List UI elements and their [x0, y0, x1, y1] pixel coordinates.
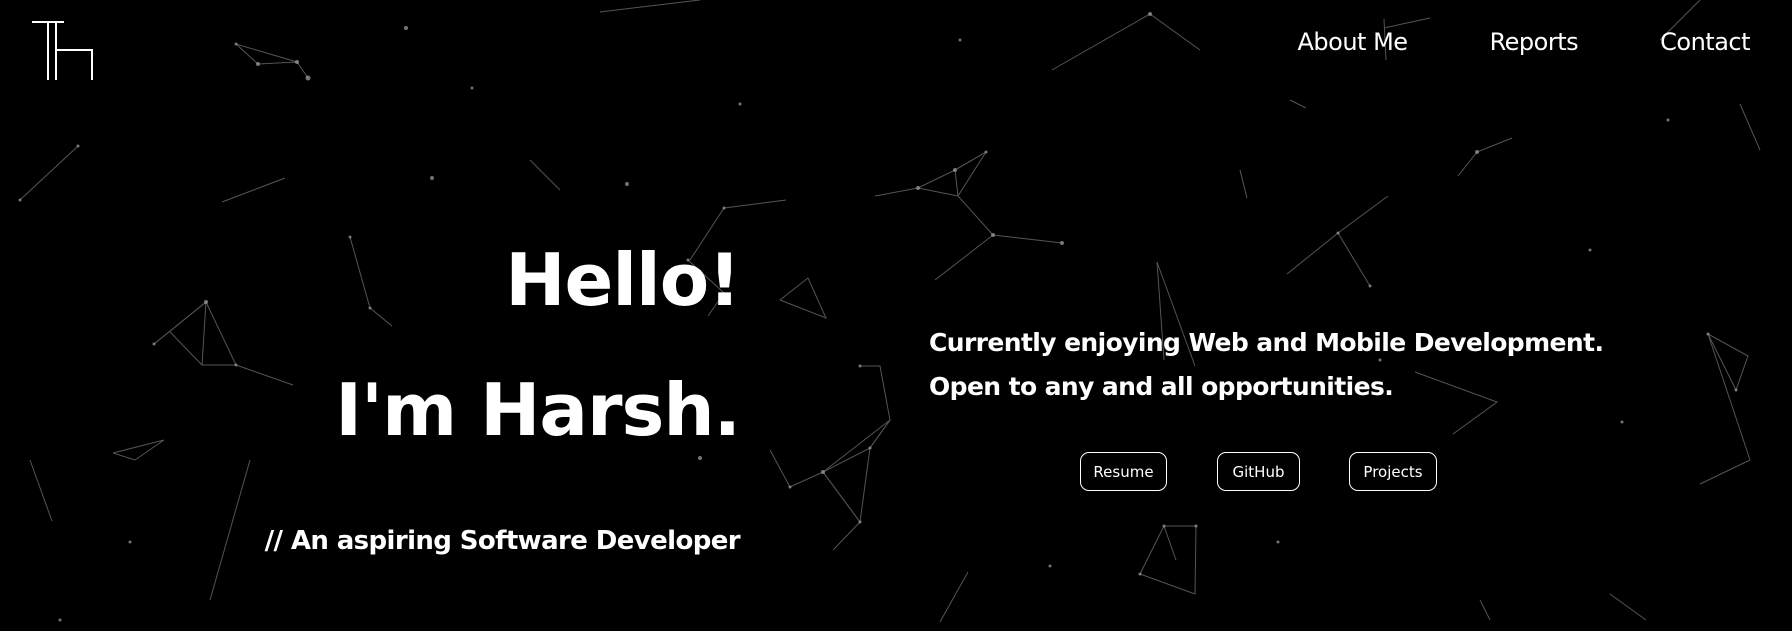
projects-button[interactable]: Projects	[1349, 452, 1437, 491]
tagline-text: // An aspiring Software Developer	[264, 526, 741, 556]
github-button[interactable]: GitHub	[1217, 452, 1300, 491]
intro-line-1: Currently enjoying Web and Mobile Develo…	[929, 328, 1604, 357]
logo-icon[interactable]	[30, 20, 98, 82]
hero-section: About Me Reports Contact Hello! I'm Hars…	[0, 0, 1792, 631]
nav-contact[interactable]: Contact	[1660, 28, 1750, 56]
nav-about-me[interactable]: About Me	[1298, 28, 1409, 56]
greeting-heading: Hello!	[505, 238, 741, 322]
resume-button[interactable]: Resume	[1080, 452, 1167, 491]
intro-line-2: Open to any and all opportunities.	[929, 372, 1394, 401]
name-heading: I'm Harsh.	[335, 368, 741, 452]
nav-reports[interactable]: Reports	[1490, 28, 1579, 56]
top-navigation: About Me Reports Contact	[1298, 28, 1751, 56]
